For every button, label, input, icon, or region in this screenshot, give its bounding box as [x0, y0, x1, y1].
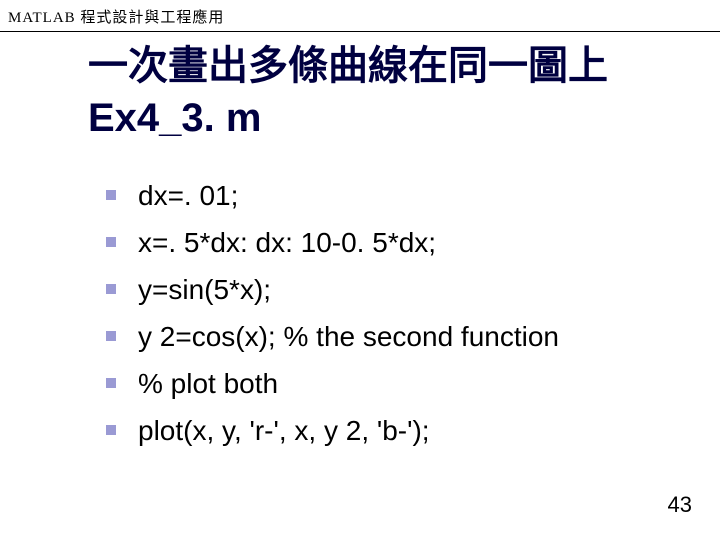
slide-title: 一次畫出多條曲線在同一圖上 Ex4_3. m: [88, 40, 720, 144]
title-line-1: 一次畫出多條曲線在同一圖上: [88, 44, 608, 88]
list-item: x=. 5*dx: dx: 10-0. 5*dx;: [102, 219, 720, 266]
list-item: y=sin(5*x);: [102, 266, 720, 313]
course-header: MATLAB 程式設計與工程應用: [0, 0, 720, 32]
list-item: plot(x, y, 'r-', x, y 2, 'b-');: [102, 407, 720, 454]
list-item: y 2=cos(x); % the second function: [102, 313, 720, 360]
title-line-2: Ex4_3. m: [88, 96, 261, 140]
page-number: 43: [668, 492, 692, 518]
code-list: dx=. 01; x=. 5*dx: dx: 10-0. 5*dx; y=sin…: [102, 172, 720, 454]
list-item: dx=. 01;: [102, 172, 720, 219]
list-item: % plot both: [102, 360, 720, 407]
slide-content: 一次畫出多條曲線在同一圖上 Ex4_3. m dx=. 01; x=. 5*dx…: [0, 32, 720, 454]
